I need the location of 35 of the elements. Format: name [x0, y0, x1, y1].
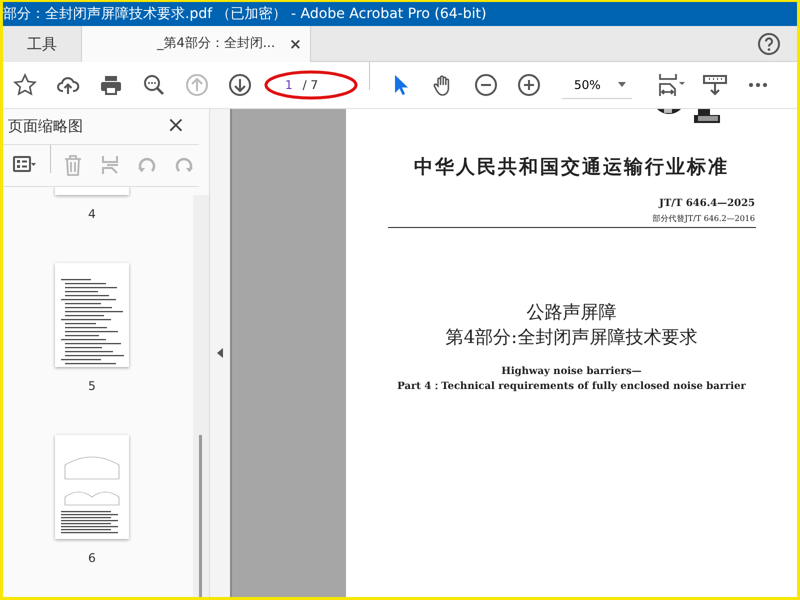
printer-icon: [98, 73, 122, 97]
panel-title: 页面缩略图: [8, 116, 83, 137]
scrollbar-thumb[interactable]: [199, 434, 202, 597]
caret-icon: [618, 82, 626, 87]
close-icon[interactable]: ×: [289, 32, 302, 56]
arrow-down-icon: [228, 73, 252, 97]
english-title: Part 4：Technical requirements of fully enclosed noise barrier: [397, 380, 746, 394]
english-title: Highway noise barriers—: [500, 364, 643, 379]
page-number-label: 5: [88, 378, 96, 394]
help-icon[interactable]: [757, 32, 781, 56]
ruler-download-icon: [702, 73, 726, 97]
search-icon: [142, 73, 166, 97]
document-title: 第4部分:全封闭声屏障技术要求: [446, 326, 698, 350]
plus-circle-icon: [516, 73, 540, 97]
collapse-arrow-icon[interactable]: [217, 348, 223, 358]
document-title: 公路声屏障: [526, 300, 618, 324]
zoom-dropdown[interactable]: 50%: [562, 71, 632, 99]
standard-code: JT/T 646.4—2025: [657, 196, 755, 210]
page-thumbnail[interactable]: [55, 434, 129, 538]
standard-heading: 中华人民共和国交通运输行业标准: [414, 155, 729, 180]
page-number-label: 6: [88, 550, 96, 566]
close-icon[interactable]: ×: [166, 115, 185, 138]
star-icon: [12, 73, 36, 97]
tab[interactable]: 工具: [3, 26, 82, 62]
page-thumbnail[interactable]: [55, 262, 129, 366]
arrow-up-icon: [184, 73, 208, 97]
fit-page-icon: [656, 73, 686, 97]
window-title: 部分：全封闭声屏障技术要求.pdf （已加密） - Adobe Acrobat Pro (64-bit): [3, 2, 797, 26]
page-count: / 7: [302, 77, 318, 94]
more-icon: [748, 83, 766, 87]
minus-circle-icon: [474, 73, 498, 97]
page-number-field[interactable]: 1: [285, 76, 293, 94]
page-number-label: 4: [88, 206, 96, 222]
replaces-note: 部分代替JT/T 646.2—2016: [652, 212, 755, 224]
tab[interactable]: _第4部分：全封闭... ×: [82, 26, 311, 62]
